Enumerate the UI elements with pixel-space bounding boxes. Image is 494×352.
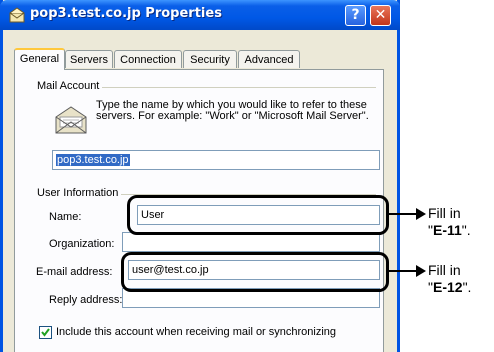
callout-arrow-head <box>416 208 426 220</box>
callout-arrow-head <box>416 265 426 277</box>
callout-arrow-line <box>389 270 417 272</box>
annotation-close-quote: ". <box>461 222 471 238</box>
annotation-code: E-12 <box>432 279 463 295</box>
mail-account-group-label: Mail Account <box>37 80 103 92</box>
tab-advanced[interactable]: Advanced <box>238 50 300 68</box>
annotation-e11: Fill in "E-11". <box>428 205 471 239</box>
callout-arrow-line <box>389 213 417 215</box>
annotation-e12: Fill in "E-12". <box>428 262 471 296</box>
envelope-icon <box>55 106 87 134</box>
tab-servers[interactable]: Servers <box>65 50 113 68</box>
include-account-label: Include this account when receiving mail… <box>56 326 337 338</box>
email-label: E-mail address: <box>36 266 113 278</box>
title-bar[interactable]: pop3.test.co.jp Properties ? ✕ <box>0 0 400 30</box>
organization-field[interactable] <box>122 232 380 252</box>
tab-general[interactable]: General <box>14 48 65 70</box>
close-button[interactable]: ✕ <box>370 5 391 26</box>
email-field-callout <box>121 252 389 292</box>
mail-account-description: Type the name by which you would like to… <box>96 99 369 122</box>
group-divider <box>86 87 376 88</box>
name-label: Name: <box>49 211 82 223</box>
annotation-prefix: Fill in <box>428 205 461 221</box>
tab-security[interactable]: Security <box>183 50 237 68</box>
account-name-value: pop3.test.co.jp <box>56 154 130 166</box>
window-title: pop3.test.co.jp Properties <box>30 6 222 21</box>
annotation-prefix: Fill in <box>428 262 461 278</box>
user-information-group-label: User Information <box>37 187 122 199</box>
checkmark-icon <box>41 328 50 337</box>
reply-address-label: Reply address: <box>49 294 123 306</box>
name-field-callout <box>127 195 389 235</box>
annotation-close-quote: ". <box>462 279 472 295</box>
help-button[interactable]: ? <box>345 5 366 26</box>
include-account-checkbox[interactable] <box>39 326 52 339</box>
organization-label: Organization: <box>49 238 115 250</box>
annotation-code: E-11 <box>432 222 462 238</box>
tab-connection[interactable]: Connection <box>114 50 182 68</box>
mail-account-icon <box>9 7 25 23</box>
account-name-field[interactable]: pop3.test.co.jp <box>52 150 380 170</box>
